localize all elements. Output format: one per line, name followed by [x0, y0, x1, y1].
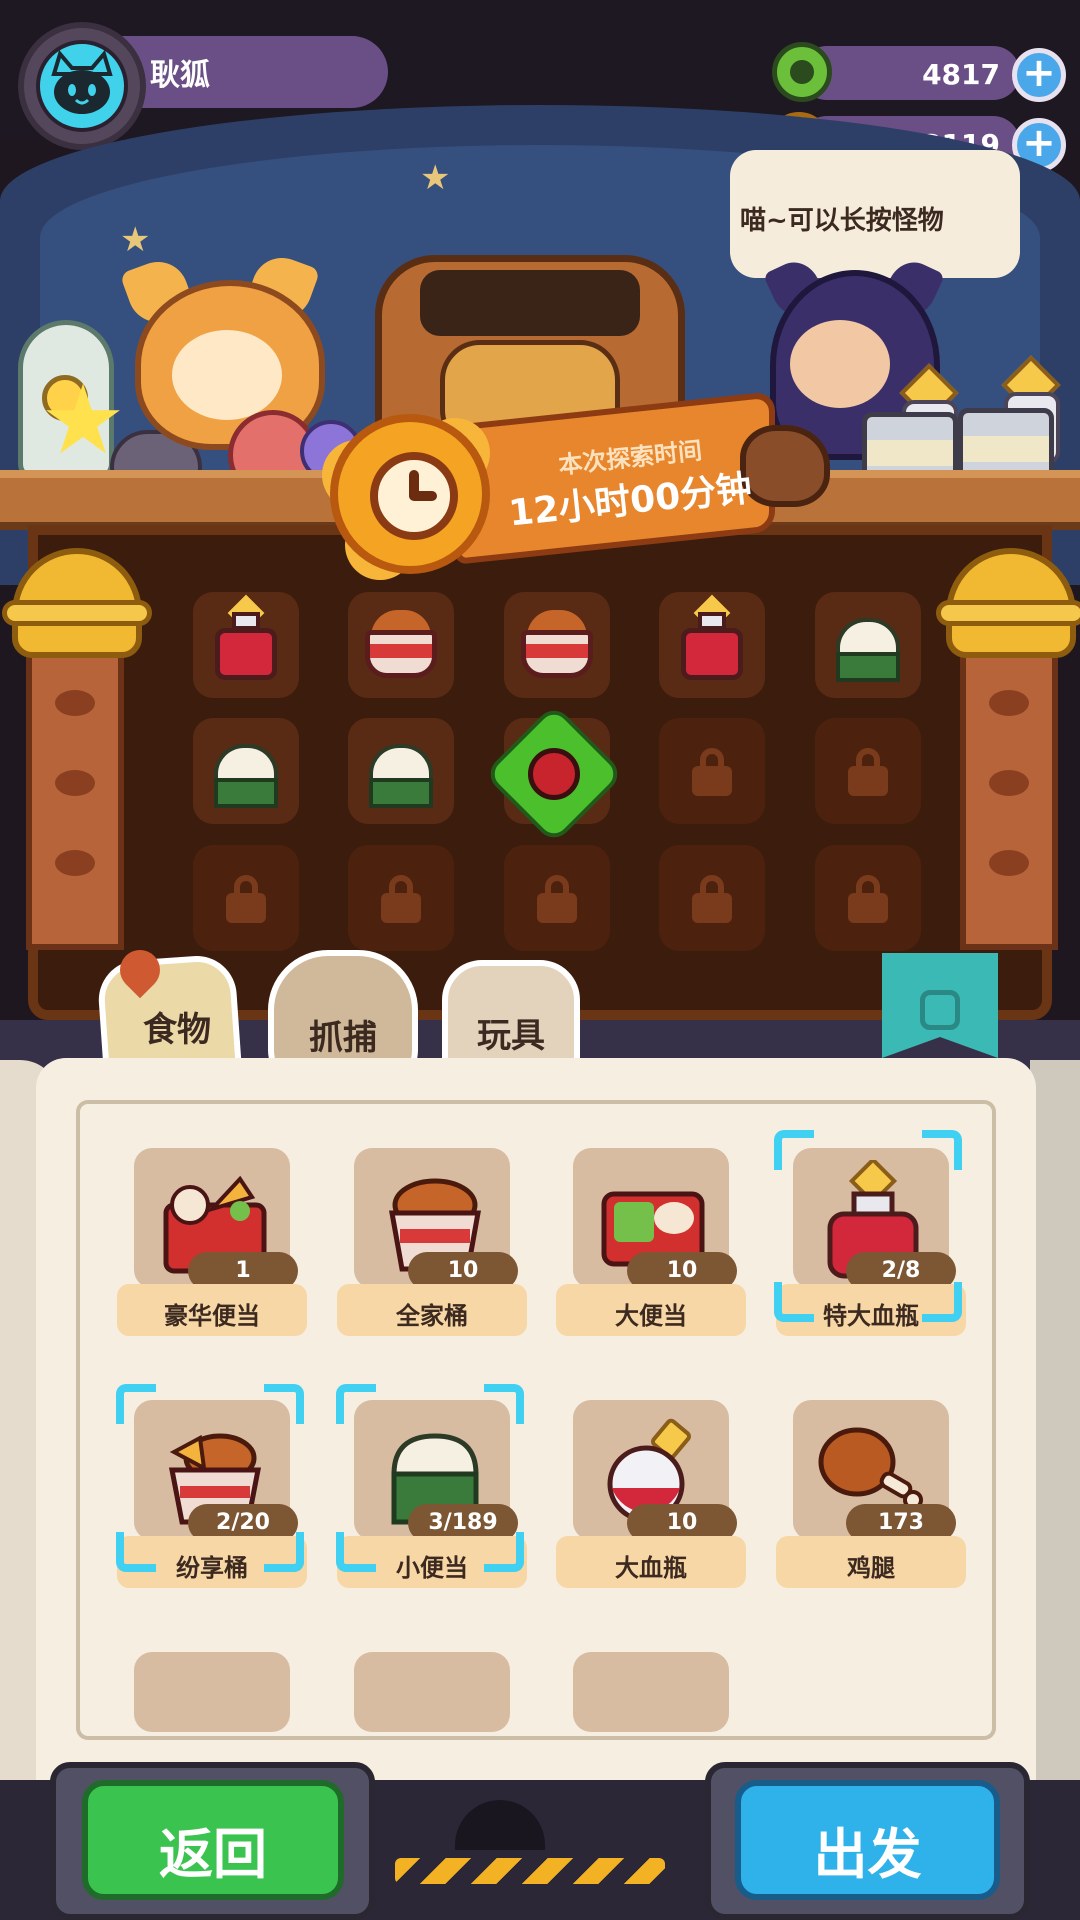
fish-can-label: [867, 440, 953, 466]
fish-icon: [55, 690, 95, 716]
selection-corner: [116, 1532, 156, 1572]
lock-icon-body: [381, 893, 421, 923]
selection-corner: [922, 1282, 962, 1322]
lock-icon: [545, 875, 569, 895]
small-bento-box: [369, 778, 433, 808]
inventory-card[interactable]: [573, 1652, 729, 1732]
lock-icon-body: [692, 893, 732, 923]
player-name: 耿狐: [150, 58, 210, 93]
clock-hand-minute: [409, 491, 437, 501]
tab-toy-label: 玩具: [477, 1016, 545, 1056]
selection-corner: [484, 1384, 524, 1424]
selection-corner: [484, 1532, 524, 1572]
item-count: 2/8: [881, 1258, 921, 1283]
tab-food-label: 食物: [143, 1010, 211, 1050]
selection-corner: [336, 1532, 376, 1572]
lock-icon: [856, 748, 880, 768]
lock-icon-body: [848, 766, 888, 796]
inventory-card[interactable]: [354, 1652, 510, 1732]
fox-monster-face: [172, 330, 282, 420]
item-count: 10: [666, 1258, 698, 1283]
backpack-opening: [420, 270, 640, 336]
lock-icon: [389, 875, 413, 895]
item-count: 173: [878, 1510, 924, 1535]
lock-icon-body: [848, 893, 888, 923]
lock-icon: [700, 748, 724, 768]
lock-icon-body: [692, 766, 732, 796]
star-icon: ★: [120, 220, 151, 260]
cat-monster-face: [790, 320, 890, 408]
right-bell-rim: [936, 600, 1080, 626]
back-button-label: 返回: [159, 1823, 267, 1886]
red-potion-body: [681, 628, 743, 680]
fish-icon: [989, 770, 1029, 796]
selection-corner: [774, 1282, 814, 1322]
lock-icon: [856, 875, 880, 895]
book-right-cover: [1030, 1060, 1080, 1820]
fish-icon: [55, 770, 95, 796]
chicken-bucket-stripe: [526, 644, 588, 658]
item-name: 大便当: [615, 1302, 687, 1330]
item-count: 1: [235, 1258, 251, 1283]
gem-amount: 4817: [922, 58, 1000, 91]
item-name: 鸡腿: [847, 1554, 895, 1582]
hazard-stripe: [395, 1858, 665, 1884]
star-icon: ★: [420, 158, 451, 198]
fish-icon: [55, 850, 95, 876]
selection-corner: [336, 1384, 376, 1424]
fish-can-label: [963, 436, 1049, 462]
star-plush-toy: ★: [40, 364, 127, 476]
lock-icon-body: [537, 893, 577, 923]
fish-icon: [989, 850, 1029, 876]
tab-catch-label: 抓捕: [309, 1018, 377, 1058]
add-gem-button[interactable]: +: [1012, 48, 1066, 102]
lock-icon: [700, 875, 724, 895]
gem-item-core: [528, 748, 580, 800]
selection-corner: [774, 1130, 814, 1170]
fish-icon: [989, 690, 1029, 716]
cat-face-icon: [36, 40, 128, 132]
small-bento-box: [214, 778, 278, 808]
item-count: 10: [447, 1258, 479, 1283]
lock-icon: [234, 875, 258, 895]
left-bell-rim: [2, 600, 152, 626]
item-name: 全家桶: [396, 1302, 468, 1330]
inventory-card[interactable]: [134, 1652, 290, 1732]
depart-button-label: 出发: [813, 1823, 922, 1886]
selection-corner: [922, 1130, 962, 1170]
selection-corner: [116, 1384, 156, 1424]
mystery-bottle-icon: [920, 990, 960, 1030]
selection-corner: [264, 1384, 304, 1424]
selection-corner: [264, 1532, 304, 1572]
item-count: 10: [666, 1510, 698, 1535]
item-name: 豪华便当: [164, 1302, 260, 1330]
lock-icon-body: [226, 893, 266, 923]
item-name: 大血瓶: [615, 1554, 687, 1582]
red-potion-body: [215, 628, 277, 680]
hint-text: 喵~可以长按怪物: [740, 206, 944, 236]
small-bento-box: [836, 652, 900, 682]
chicken-bucket-stripe: [370, 644, 432, 658]
